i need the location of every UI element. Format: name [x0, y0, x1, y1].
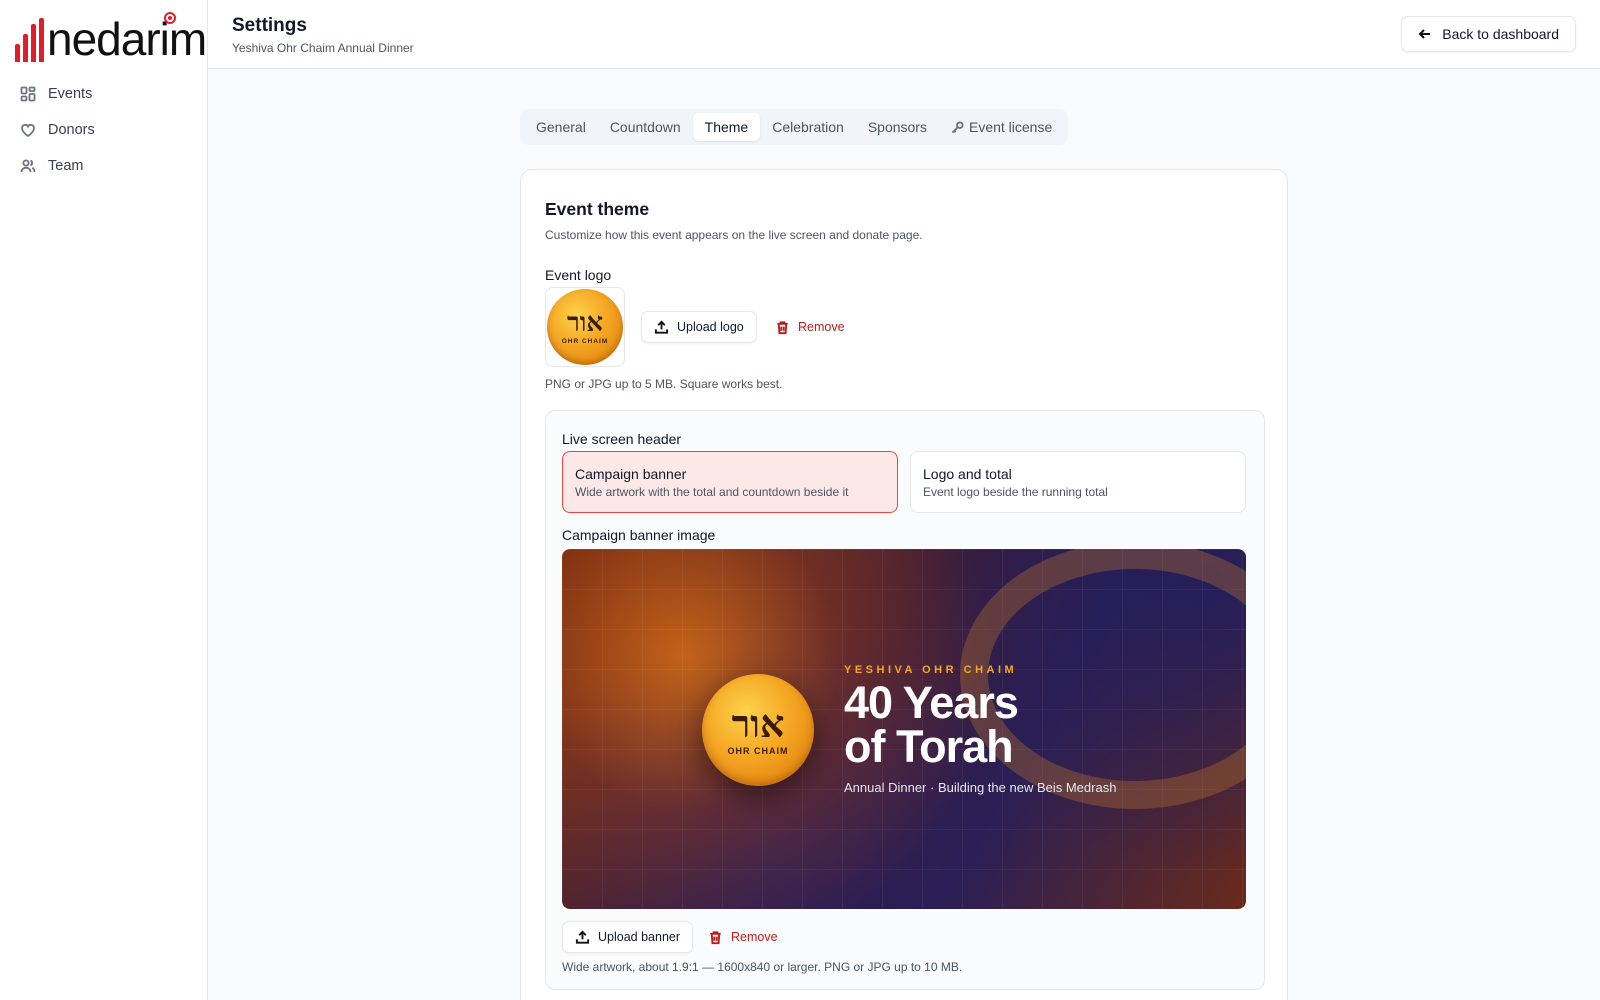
tab-celebration[interactable]: Celebration	[760, 113, 856, 141]
banner-title-line2: of Torah	[844, 721, 1014, 772]
key-icon	[951, 120, 964, 133]
sidebar-item-label: Donors	[48, 122, 95, 138]
upload-logo-label: Upload logo	[677, 320, 744, 334]
event-theme-card: Event theme Customize how this event app…	[520, 169, 1288, 1000]
campaign-banner-image-label: Campaign banner image	[562, 527, 716, 543]
sidebar-item-team[interactable]: Team	[20, 148, 190, 184]
page-subtitle: Yeshiva Ohr Chaim Annual Dinner	[232, 41, 414, 55]
back-button-label: Back to dashboard	[1442, 26, 1559, 42]
upload-logo-button[interactable]: Upload logo	[641, 311, 757, 343]
banner-tagline: Annual Dinner · Building the new Beis Me…	[844, 780, 1117, 795]
back-to-dashboard-button[interactable]: Back to dashboard	[1401, 16, 1576, 52]
trash-icon	[710, 930, 721, 944]
upload-icon	[654, 320, 669, 334]
option-title: Logo and total	[923, 466, 1012, 482]
upload-banner-label: Upload banner	[598, 930, 681, 944]
logo-hint: PNG or JPG up to 5 MB. Square works best…	[545, 377, 783, 391]
tab-label: Sponsors	[867, 119, 927, 135]
tab-countdown[interactable]: Countdown	[598, 113, 693, 141]
live-screen-header-panel: Live screen header Campaign banner Wide …	[545, 410, 1265, 990]
banner-title-line1: 40 Years	[844, 677, 1019, 728]
users-icon	[20, 159, 36, 173]
page-header: Settings Yeshiva Ohr Chaim Annual Dinner…	[208, 0, 1600, 69]
tab-general[interactable]: General	[524, 113, 598, 141]
remove-label: Remove	[731, 930, 778, 944]
banner-coin-hebrew: אור	[731, 700, 785, 746]
banner-hint: Wide artwork, about 1.9:1 — 1600x840 or …	[562, 960, 963, 974]
option-description: Event logo beside the running total	[923, 485, 1108, 499]
remove-banner-button[interactable]: Remove	[708, 921, 778, 953]
tab-label: Theme	[704, 119, 749, 135]
logo-bars-icon	[15, 18, 44, 62]
card-title: Event theme	[545, 199, 650, 219]
event-logo-preview: אור OHR CHAIM	[545, 287, 625, 367]
remove-logo-button[interactable]: Remove	[775, 311, 845, 343]
settings-tabs: General Countdown Theme Celebration Spon…	[520, 109, 1069, 145]
banner-title: 40 Years of Torah	[844, 677, 1019, 772]
tab-label: General	[536, 119, 586, 135]
sidebar-item-label: Team	[48, 158, 84, 174]
sidebar-nav: Events Donors Team	[20, 76, 190, 184]
upload-banner-button[interactable]: Upload banner	[562, 921, 694, 953]
card-description: Customize how this event appears on the …	[545, 228, 923, 242]
option-title: Campaign banner	[575, 466, 687, 482]
page-title: Settings	[232, 15, 307, 36]
tab-label: Countdown	[609, 119, 681, 135]
remove-label: Remove	[798, 320, 845, 334]
nedarim-logo[interactable]: nedarim	[15, 12, 207, 65]
option-campaign-banner[interactable]: Campaign banner Wide artwork with the to…	[562, 451, 898, 513]
option-logo-and-total[interactable]: Logo and total Event logo beside the run…	[910, 451, 1246, 513]
event-logo-label: Event logo	[545, 267, 612, 283]
upload-icon	[575, 930, 590, 944]
banner-kicker: YESHIVA OHR CHAIM	[844, 664, 1018, 676]
arrow-left-icon	[1418, 29, 1431, 39]
tab-theme[interactable]: Theme	[692, 113, 761, 141]
grid-icon	[20, 86, 36, 102]
sidebar-item-label: Events	[48, 86, 93, 102]
logo-hebrew-text: אור	[566, 307, 604, 338]
logo-sub-text: OHR CHAIM	[561, 337, 609, 345]
tab-label: Celebration	[772, 119, 844, 135]
banner-logo-coin: אור OHR CHAIM	[702, 674, 814, 786]
sidebar-item-donors[interactable]: Donors	[20, 112, 190, 148]
sidebar-item-events[interactable]: Events	[20, 76, 190, 112]
tab-label: Event license	[968, 119, 1053, 135]
trash-icon	[777, 320, 788, 334]
tab-event-license[interactable]: Event license	[939, 113, 1064, 141]
tab-sponsors[interactable]: Sponsors	[856, 113, 939, 141]
live-screen-header-label: Live screen header	[562, 431, 682, 447]
logo-wordmark: nedarim	[47, 12, 207, 65]
banner-coin-sub: OHR CHAIM	[727, 745, 789, 756]
ohr-chaim-logo: אור OHR CHAIM	[547, 289, 623, 365]
heart-icon	[21, 124, 35, 138]
sidebar: nedarim Events Donors Team	[0, 0, 208, 1000]
campaign-banner-preview: אור OHR CHAIM YESHIVA OHR CHAIM 40 Years…	[562, 549, 1246, 909]
option-description: Wide artwork with the total and countdow…	[575, 485, 849, 499]
